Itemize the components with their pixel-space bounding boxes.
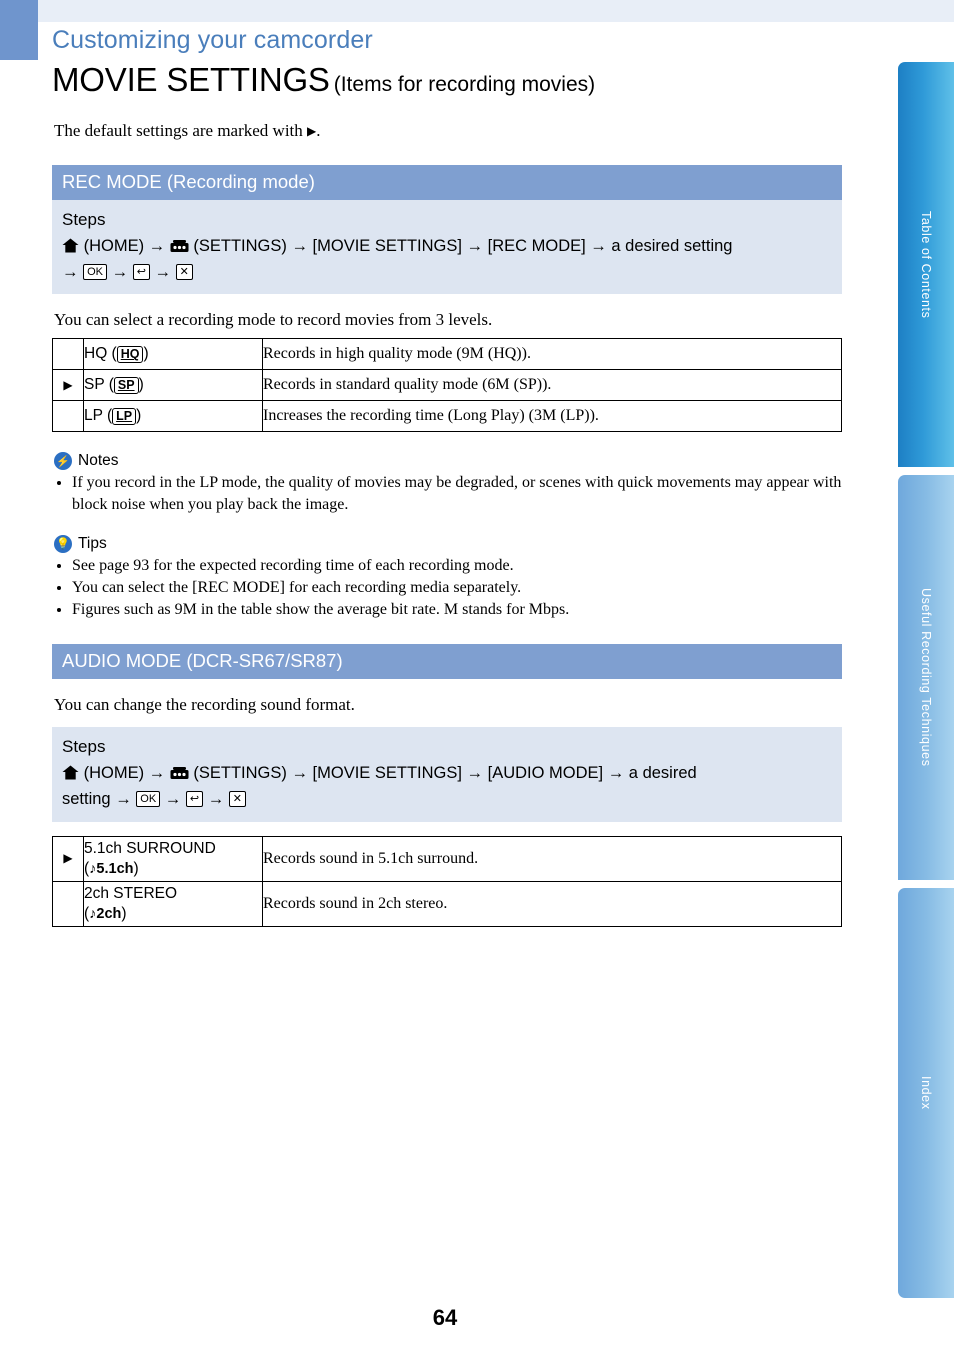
steps-text-a: (HOME) → <box>83 763 166 782</box>
steps-arrow-2: → <box>111 262 129 281</box>
side-tab-index[interactable]: Index <box>898 888 954 1298</box>
steps-arrow-2: → <box>164 789 182 808</box>
option-badge-51ch: ♪5.1ch <box>89 860 134 877</box>
audio-mode-table: ▶ 5.1ch SURROUND (♪5.1ch) Records sound … <box>52 835 842 927</box>
lead-text-prefix: The default settings are marked with <box>54 121 308 140</box>
key-back[interactable]: ↩ <box>132 263 150 280</box>
side-tab-table-of-contents[interactable]: Table of Contents <box>898 62 954 467</box>
option-badge-hq: HQ <box>116 346 144 364</box>
steps-flow: (HOME) → (SETTINGS) → [MOVIE SETTINGS] →… <box>62 762 830 812</box>
lead-paragraph: The default settings are marked with ▶. <box>54 121 852 141</box>
steps-text-c: setting → <box>62 789 132 808</box>
key-close[interactable]: ✕ <box>175 263 193 280</box>
page-title-sub: (Items for recording movies) <box>333 73 596 96</box>
option-label-tail: ) <box>136 407 142 425</box>
row-option-name: LP (LP) <box>83 400 263 433</box>
row-description: Increases the recording time (Long Play)… <box>262 400 842 433</box>
notes-icon: ⚡ <box>54 452 72 471</box>
table-row: HQ (HQ) Records in high quality mode (9M… <box>52 338 842 371</box>
list-item: If you record in the LP mode, the qualit… <box>72 472 852 514</box>
tips-label: Tips <box>78 534 107 552</box>
row-description: Records in high quality mode (9M (HQ)). <box>262 338 842 371</box>
option-label: HQ ( <box>84 345 117 363</box>
option-label: LP ( <box>84 407 113 425</box>
lead-text-suffix: . <box>316 121 321 140</box>
page-title-main: MOVIE SETTINGS <box>52 61 330 98</box>
default-marker-icon: ▶ <box>307 124 317 138</box>
side-tab-label: Index <box>919 1076 933 1110</box>
row-option-name: HQ (HQ) <box>83 338 263 371</box>
steps-text-b: (SETTINGS) → [MOVIE SETTINGS] → [REC MOD… <box>193 236 733 255</box>
top-band <box>0 0 954 22</box>
notes-heading: ⚡ Notes <box>54 452 852 471</box>
notes-label: Notes <box>78 452 119 470</box>
steps-arrow-3: → <box>154 262 172 281</box>
key-ok[interactable]: OK <box>136 790 161 807</box>
steps-box-audio-mode: Steps (HOME) → (SETTINGS) → [MOVIE SETTI… <box>52 727 842 822</box>
steps-title: Steps <box>62 210 106 229</box>
home-icon <box>62 764 79 788</box>
steps-box-rec-mode: Steps (HOME) → (SETTINGS) → [MOVIE SETTI… <box>52 200 842 295</box>
audio-mode-intro: You can change the recording sound forma… <box>54 695 355 715</box>
steps-text-a: (HOME) → <box>83 236 166 255</box>
tips-icon: 💡 <box>54 534 72 553</box>
option-label-tail: ) <box>143 345 149 363</box>
key-back[interactable]: ↩ <box>185 790 204 807</box>
steps-title: Steps <box>62 737 106 757</box>
row-option-name: 5.1ch SURROUND (♪5.1ch) <box>83 835 263 882</box>
table-row: 2ch STEREO (♪2ch) Records sound in 2ch s… <box>52 880 842 927</box>
row-marker <box>52 400 84 433</box>
steps-arrow-3: → <box>207 789 225 808</box>
option-badge-2ch: ♪2ch <box>89 905 122 922</box>
steps-flow: (HOME) → (SETTINGS) → [MOVIE SETTINGS] →… <box>62 235 830 285</box>
list-item: Figures such as 9M in the table show the… <box>72 599 852 620</box>
tips-heading: 💡 Tips <box>54 534 852 553</box>
page-content: Customizing your camcorder MOVIE SETTING… <box>52 26 852 927</box>
row-marker <box>52 338 84 371</box>
option-badge-sp: SP <box>113 377 139 395</box>
row-description: Records sound in 5.1ch surround. <box>262 835 842 882</box>
table-row: ▶ 5.1ch SURROUND (♪5.1ch) Records sound … <box>52 835 842 882</box>
top-left-blue-block <box>0 0 38 60</box>
key-close[interactable]: ✕ <box>228 790 247 807</box>
steps-arrow-1: → <box>62 262 79 281</box>
side-tab-useful-recording-techniques[interactable]: Useful Recording Techniques <box>898 475 954 880</box>
rec-mode-intro: You can select a recording mode to recor… <box>54 310 493 330</box>
row-option-name: 2ch STEREO (♪2ch) <box>83 880 263 927</box>
option-label-tail: ) <box>138 376 144 394</box>
side-tab-label: Useful Recording Techniques <box>919 588 933 767</box>
list-item: You can select the [REC MODE] for each r… <box>72 577 852 598</box>
tips-list: See page 93 for the expected recording t… <box>52 555 852 620</box>
settings-icon <box>170 237 189 261</box>
rec-mode-table: HQ (HQ) Records in high quality mode (9M… <box>52 338 842 433</box>
home-icon <box>62 237 79 261</box>
page-title: MOVIE SETTINGS (Items for recording movi… <box>52 61 852 99</box>
side-tabs: Table of Contents Useful Recording Techn… <box>892 62 954 1298</box>
row-option-name: SP (SP) <box>83 369 263 402</box>
option-label: 2ch STEREO <box>84 885 178 903</box>
row-marker-default: ▶ <box>52 835 84 882</box>
section-bar-audio-mode: AUDIO MODE (DCR-SR67/SR87) <box>52 644 842 680</box>
option-label: SP ( <box>84 376 114 394</box>
steps-text-b: (SETTINGS) → [MOVIE SETTINGS] → [AUDIO M… <box>193 763 697 782</box>
row-description: Records in standard quality mode (6M (SP… <box>262 369 842 402</box>
row-marker-default: ▶ <box>52 369 84 402</box>
kicker-heading: Customizing your camcorder <box>52 26 373 54</box>
option-label: 5.1ch SURROUND <box>84 840 216 858</box>
table-row: ▶ SP (SP) Records in standard quality mo… <box>52 369 842 402</box>
side-tab-label: Table of Contents <box>919 210 933 319</box>
key-ok[interactable]: OK <box>83 263 107 280</box>
page-number: 64 <box>432 1305 458 1330</box>
settings-icon <box>170 764 189 788</box>
row-marker <box>52 880 84 927</box>
section-bar-rec-mode: REC MODE (Recording mode) <box>52 165 842 200</box>
row-description: Records sound in 2ch stereo. <box>262 880 842 927</box>
option-badge-lp: LP <box>112 408 137 426</box>
list-item: See page 93 for the expected recording t… <box>72 555 852 576</box>
notes-list: If you record in the LP mode, the qualit… <box>52 472 852 514</box>
table-row: LP (LP) Increases the recording time (Lo… <box>52 400 842 433</box>
